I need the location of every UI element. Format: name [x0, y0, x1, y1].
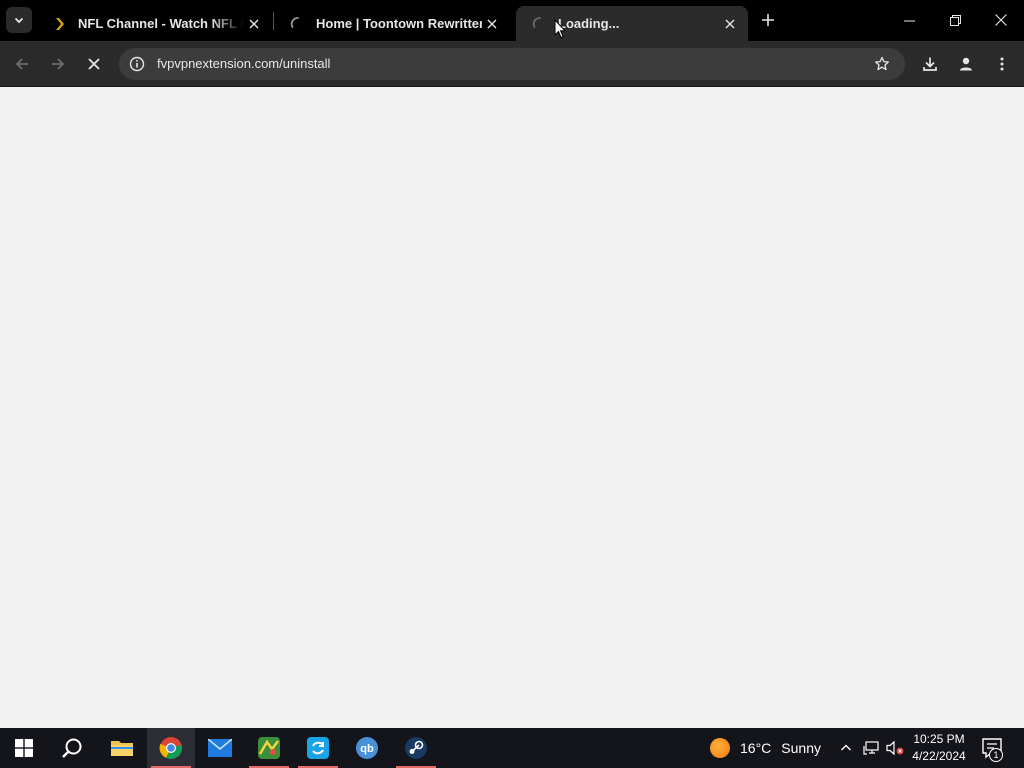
back-button[interactable] — [8, 50, 36, 78]
tab-strip: NFL Channel - Watch NFL Channel Home | T… — [0, 0, 1024, 41]
mail-button[interactable] — [196, 728, 244, 768]
menu-button[interactable] — [988, 50, 1016, 78]
tab-search-button[interactable] — [6, 7, 32, 33]
qbittorrent-button[interactable]: qb — [343, 728, 391, 768]
download-icon — [923, 57, 937, 71]
tab-title: Home | Toontown Rewritten — [316, 16, 482, 31]
notification-count-badge: 1 — [989, 748, 1003, 762]
sun-icon — [710, 738, 730, 758]
network-icon — [863, 741, 879, 755]
arrow-right-icon — [52, 58, 65, 70]
clock-time: 10:25 PM — [913, 732, 965, 746]
site-info-icon[interactable] — [128, 55, 146, 73]
chrome-taskbar-button[interactable] — [147, 728, 195, 768]
tab-toontown[interactable]: Home | Toontown Rewritten — [274, 6, 510, 41]
search-button[interactable] — [48, 728, 96, 768]
chevron-up-icon — [841, 744, 851, 751]
plex-chevron-icon — [52, 16, 68, 32]
tab-nfl-channel[interactable]: NFL Channel - Watch NFL Channel — [36, 6, 272, 41]
tab-title: Loading... — [558, 16, 620, 31]
search-icon — [62, 738, 82, 758]
folder-icon — [111, 741, 133, 756]
windows-taskbar: qb 16°C Sunny 10:25 PM 4/22/2024 1 — [0, 728, 1024, 768]
qbittorrent-icon: qb — [356, 737, 378, 759]
page-content-area — [0, 87, 1024, 728]
system-clock[interactable]: 10:25 PM 4/22/2024 — [906, 731, 972, 765]
start-button[interactable] — [0, 728, 48, 768]
weather-temperature: 16°C — [740, 740, 772, 756]
svg-text:qb: qb — [360, 743, 374, 755]
maps-app-button[interactable] — [245, 728, 293, 768]
forward-button[interactable] — [44, 50, 72, 78]
volume-muted-icon — [886, 740, 904, 756]
person-icon — [960, 57, 972, 71]
sync-app-button[interactable] — [294, 728, 342, 768]
steam-icon — [405, 737, 427, 759]
show-hidden-icons-button[interactable] — [836, 738, 856, 758]
close-tab-icon[interactable] — [482, 14, 502, 34]
plus-icon — [762, 14, 774, 26]
file-explorer-button[interactable] — [98, 728, 146, 768]
stop-loading-button[interactable] — [80, 50, 108, 78]
profile-button[interactable] — [952, 50, 980, 78]
tab-loading-active[interactable]: Loading... — [516, 6, 748, 41]
new-tab-button[interactable] — [757, 9, 779, 31]
minimize-icon — [903, 20, 915, 21]
more-vertical-icon — [1000, 57, 1004, 71]
tab-title: NFL Channel - Watch NFL Channel — [78, 16, 244, 31]
map-app-icon — [258, 737, 280, 759]
close-tab-icon[interactable] — [244, 14, 264, 34]
browser-toolbar: fvpvpnextension.com/uninstall — [0, 41, 1024, 87]
close-icon — [995, 14, 1007, 26]
chrome-icon — [159, 737, 182, 759]
volume-tray-icon[interactable] — [885, 738, 905, 758]
mouse-cursor-icon — [554, 19, 566, 39]
downloads-button[interactable] — [916, 50, 944, 78]
restore-icon — [949, 14, 961, 26]
loading-spinner-icon — [290, 16, 306, 32]
windows-logo-icon — [15, 739, 33, 757]
close-tab-icon[interactable] — [720, 14, 740, 34]
minimize-button[interactable] — [886, 0, 932, 40]
weather-widget[interactable]: 16°C Sunny — [710, 728, 821, 768]
mail-icon — [208, 739, 232, 757]
arrow-left-icon — [15, 58, 28, 70]
loading-spinner-icon — [532, 16, 548, 32]
clock-date: 4/22/2024 — [912, 749, 966, 763]
sync-app-icon — [307, 737, 329, 759]
bookmark-star-icon[interactable] — [873, 55, 891, 73]
chevron-down-icon — [14, 17, 24, 24]
close-window-button[interactable] — [978, 0, 1024, 40]
network-tray-icon[interactable] — [861, 738, 881, 758]
address-bar[interactable]: fvpvpnextension.com/uninstall — [119, 48, 905, 80]
weather-condition: Sunny — [781, 740, 821, 756]
restore-button[interactable] — [932, 0, 978, 40]
stop-x-icon — [88, 58, 100, 70]
url-text[interactable]: fvpvpnextension.com/uninstall — [157, 56, 330, 71]
steam-button[interactable] — [392, 728, 440, 768]
